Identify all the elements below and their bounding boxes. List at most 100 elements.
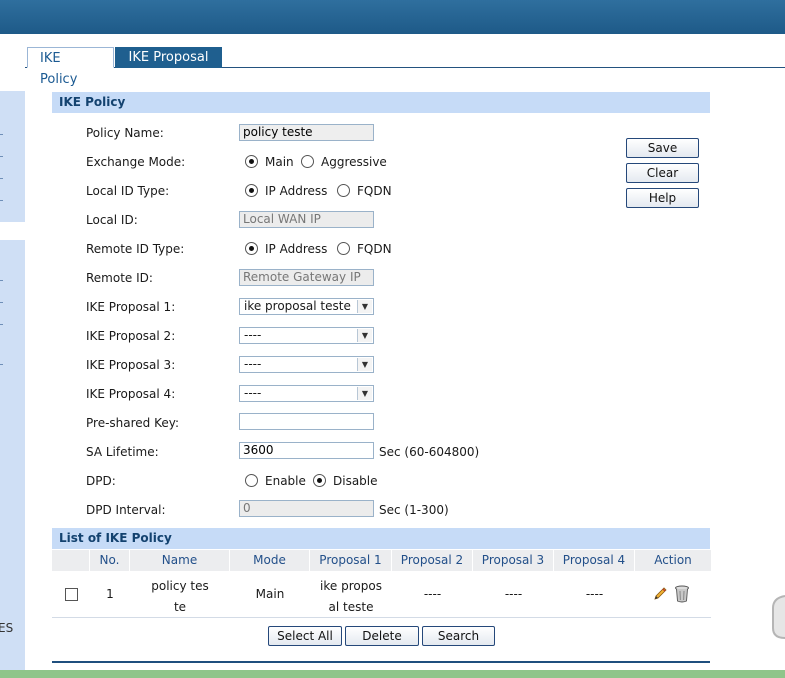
row-proposal-1-line-2: al teste	[328, 600, 374, 614]
remote-id-type-ip-radio[interactable]	[245, 242, 258, 255]
sidebar-tick	[0, 200, 3, 201]
left-sidebar: ES	[0, 34, 25, 678]
column-header-proposal-4: Proposal 4	[554, 550, 635, 571]
policy-name-label: Policy Name:	[86, 126, 164, 140]
sa-lifetime-input[interactable]: 3600	[239, 442, 374, 459]
sa-lifetime-unit: Sec (60-604800)	[379, 445, 480, 459]
dpd-label: DPD:	[86, 474, 116, 488]
scroll-handle-icon	[772, 595, 785, 639]
ike-proposal-1-value: ike proposal teste	[244, 299, 351, 313]
row-name-line-2: te	[173, 600, 187, 614]
sidebar-gap	[0, 34, 25, 91]
policy-name-input[interactable]: policy teste	[239, 124, 374, 141]
column-header-action: Action	[654, 553, 692, 567]
exchange-mode-aggressive-label: Aggressive	[321, 155, 387, 169]
row-proposal-2: ----	[423, 587, 442, 601]
ike-proposal-4-value: ----	[244, 386, 262, 400]
local-id-input[interactable]: Local WAN IP	[239, 211, 374, 228]
dpd-enable-radio[interactable]	[245, 474, 258, 487]
remote-id-type-fqdn-label: FQDN	[357, 242, 392, 256]
remote-id-label: Remote ID:	[86, 271, 153, 285]
dpd-interval-input[interactable]: 0	[239, 500, 374, 517]
search-button[interactable]: Search	[422, 626, 495, 646]
pre-shared-key-input[interactable]	[239, 413, 374, 430]
row-proposal-1-line-1: ike propos	[320, 579, 382, 593]
local-id-type-ip-radio[interactable]	[245, 184, 258, 197]
column-header-no: No.	[90, 550, 130, 571]
exchange-mode-main-radio[interactable]	[245, 155, 258, 168]
trash-icon[interactable]	[674, 585, 690, 603]
row-name: policy tes te	[130, 576, 230, 618]
row-proposal-1: ike propos al teste	[310, 576, 392, 618]
help-button[interactable]: Help	[626, 188, 699, 208]
tab-ike-policy[interactable]: IKE Policy	[27, 47, 114, 87]
dpd-disable-label: Disable	[333, 474, 378, 488]
pre-shared-key-label: Pre-shared Key:	[86, 416, 180, 430]
local-id-type-fqdn-label: FQDN	[357, 184, 392, 198]
chevron-down-icon[interactable]: ▼	[357, 358, 372, 371]
sidebar-gap	[0, 222, 25, 240]
ike-proposal-1-label: IKE Proposal 1:	[86, 300, 176, 314]
chevron-down-icon[interactable]: ▼	[357, 329, 372, 342]
row-no: 1	[106, 587, 114, 601]
column-header-proposal-1: Proposal 1	[310, 550, 392, 571]
dpd-disable-radio[interactable]	[313, 474, 326, 487]
column-header-proposal-3: Proposal 3	[473, 550, 554, 571]
status-strip	[0, 670, 785, 678]
sidebar-tick	[0, 156, 3, 157]
local-id-label: Local ID:	[86, 213, 138, 227]
remote-id-type-fqdn-radio[interactable]	[337, 242, 350, 255]
ike-proposal-2-select[interactable]: ---- ▼	[239, 327, 374, 344]
ike-proposal-2-label: IKE Proposal 2:	[86, 329, 176, 343]
pencil-icon[interactable]	[652, 586, 668, 602]
row-mode: Main	[255, 587, 285, 601]
exchange-mode-main-label: Main	[265, 155, 294, 169]
sidebar-tick	[0, 364, 3, 365]
ike-policy-table: No. Name Mode Proposal 1 Proposal 2 Prop…	[52, 550, 711, 618]
column-header-proposal-2: Proposal 2	[392, 550, 473, 571]
sidebar-tick	[0, 302, 3, 303]
column-header-name: Name	[130, 550, 230, 571]
local-id-type-ip-label: IP Address	[265, 184, 328, 198]
clear-button[interactable]: Clear	[626, 163, 699, 183]
ike-proposal-1-select[interactable]: ike proposal teste ▼	[239, 298, 374, 315]
remote-id-input[interactable]: Remote Gateway IP	[239, 269, 374, 286]
sidebar-tick	[0, 134, 3, 135]
dpd-interval-label: DPD Interval:	[86, 503, 166, 517]
dpd-interval-unit: Sec (1-300)	[379, 503, 449, 517]
exchange-mode-aggressive-radio[interactable]	[301, 155, 314, 168]
table-header: No. Name Mode Proposal 1 Proposal 2 Prop…	[52, 550, 711, 571]
column-header-mode: Mode	[230, 550, 310, 571]
row-select-checkbox[interactable]	[65, 588, 78, 601]
select-all-button[interactable]: Select All	[268, 626, 342, 646]
chevron-down-icon[interactable]: ▼	[357, 387, 372, 400]
sidebar-tick	[0, 324, 3, 325]
tab-ike-proposal[interactable]: IKE Proposal	[115, 47, 222, 68]
ike-proposal-4-label: IKE Proposal 4:	[86, 387, 176, 401]
section-title-ike-policy: IKE Policy	[52, 92, 710, 113]
chevron-down-icon[interactable]: ▼	[357, 300, 372, 313]
column-header-select	[52, 550, 90, 571]
ike-proposal-3-select[interactable]: ---- ▼	[239, 356, 374, 373]
sa-lifetime-label: SA Lifetime:	[86, 445, 159, 459]
sidebar-item-label[interactable]: ES	[0, 621, 13, 635]
exchange-mode-label: Exchange Mode:	[86, 155, 186, 169]
ike-proposal-3-label: IKE Proposal 3:	[86, 358, 176, 372]
row-proposal-3: ----	[504, 587, 523, 601]
footer-divider	[52, 661, 710, 663]
local-id-type-label: Local ID Type:	[86, 184, 170, 198]
ike-proposal-2-value: ----	[244, 328, 262, 342]
sidebar-tick	[0, 178, 3, 179]
ike-proposal-3-value: ----	[244, 357, 262, 371]
remote-id-type-label: Remote ID Type:	[86, 242, 185, 256]
remote-id-type-ip-label: IP Address	[265, 242, 328, 256]
section-title-list: List of IKE Policy	[52, 528, 710, 549]
sidebar-tick	[0, 280, 3, 281]
ike-proposal-4-select[interactable]: ---- ▼	[239, 385, 374, 402]
top-banner	[0, 0, 785, 34]
save-button[interactable]: Save	[626, 138, 699, 158]
row-name-line-1: policy tes	[151, 579, 209, 593]
row-proposal-4: ----	[585, 587, 604, 601]
local-id-type-fqdn-radio[interactable]	[337, 184, 350, 197]
delete-button[interactable]: Delete	[345, 626, 419, 646]
